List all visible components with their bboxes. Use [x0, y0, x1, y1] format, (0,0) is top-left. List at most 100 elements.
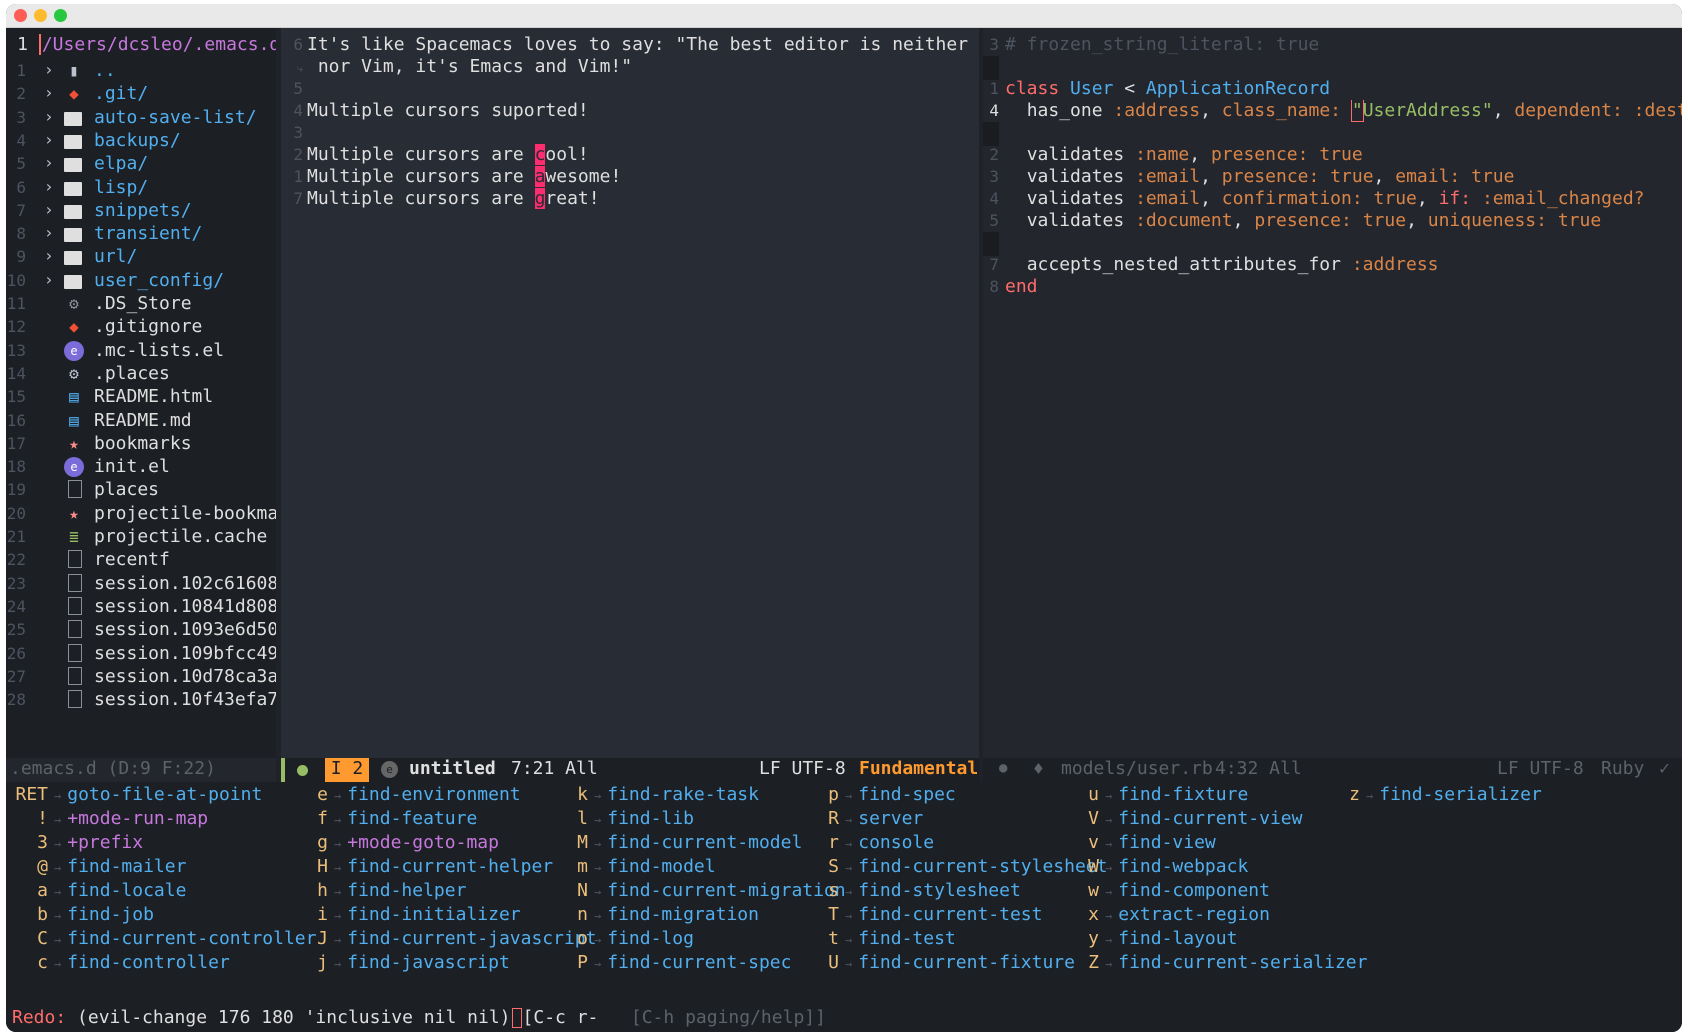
tree-item[interactable]: 10 › user_config/	[6, 270, 276, 294]
tree-item[interactable]: 2 › ◆ .git/	[6, 83, 276, 107]
tree-item[interactable]: 4 › backups/	[6, 130, 276, 154]
line-number: 26	[6, 643, 26, 663]
which-key-entry[interactable]: ! → +mode-run-map	[10, 808, 316, 832]
minibuffer[interactable]: Redo: (evil-change 176 180 'inclusive ni…	[6, 1006, 1682, 1032]
tree-root-row[interactable]: 1 /Users/dcsleo/.emacs.d/	[6, 34, 276, 58]
tree-item[interactable]: 25 session.1093e6d50	[6, 619, 276, 643]
tree-item[interactable]: 27 session.10d78ca3a	[6, 666, 276, 690]
tree-item[interactable]: 18 e init.el	[6, 456, 276, 480]
which-key-entry[interactable]: @ → find-mailer	[10, 856, 316, 880]
keyword: if:	[1438, 188, 1472, 209]
buffer-name[interactable]: untitled	[409, 758, 496, 779]
tree-item[interactable]: 7 › snippets/	[6, 200, 276, 224]
line-number: 22	[6, 550, 26, 570]
tree-item[interactable]: 11 ⚙ .DS_Store	[6, 293, 276, 317]
tree-item-label: backups/	[94, 129, 181, 151]
which-key-entry[interactable]: x → extract-region	[1061, 904, 1367, 928]
which-key-entry[interactable]: 3 → +prefix	[10, 832, 316, 856]
tree-item[interactable]: 17 ★ bookmarks	[6, 433, 276, 457]
tree-item[interactable]: 26 session.109bfcc49	[6, 643, 276, 667]
tree-item[interactable]: 22 recentf	[6, 549, 276, 573]
tree-item[interactable]: 6 › lisp/	[6, 177, 276, 201]
chevron-right-icon[interactable]: ›	[44, 246, 54, 265]
close-button[interactable]	[14, 9, 27, 22]
chevron-right-icon[interactable]: ›	[44, 60, 54, 79]
chevron-right-icon[interactable]: ›	[44, 83, 54, 102]
tree-item[interactable]: 16 ▤ README.md	[6, 410, 276, 434]
arrow-right-icon: →	[845, 789, 853, 803]
book-open-icon: ▤	[69, 387, 79, 407]
which-key-entry[interactable]: w → find-component	[1061, 880, 1367, 904]
tree-item[interactable]: 15 ▤ README.html	[6, 386, 276, 410]
arrow-right-icon: →	[54, 909, 62, 923]
tree-item[interactable]: 19 places	[6, 479, 276, 503]
which-key-entry[interactable]: V → find-current-view	[1061, 808, 1367, 832]
which-key-entry[interactable]: a → find-locale	[10, 880, 316, 904]
minibuffer-label: Redo:	[12, 1007, 67, 1028]
keybinding-key: x	[1088, 904, 1099, 925]
file-icon	[68, 550, 82, 569]
encoding[interactable]: LF UTF-8	[759, 758, 846, 779]
keybinding-command: find-model	[607, 856, 716, 877]
chevron-right-icon[interactable]: ›	[44, 270, 54, 289]
tree-item[interactable]: 24 session.10841d808	[6, 596, 276, 620]
tree-item[interactable]: 21 ≣ projectile.cache	[6, 526, 276, 550]
tree-item[interactable]: 5 › elpa/	[6, 153, 276, 177]
line-number: 8	[16, 224, 26, 244]
keybinding-key: p	[828, 784, 839, 805]
which-key-entry[interactable]: Z → find-current-serializer	[1061, 952, 1367, 976]
symbol: :email	[1135, 166, 1201, 187]
which-key-entry[interactable]: C → find-current-controller	[10, 928, 316, 952]
editor-mode-line: I 2 e untitled 7:21 All LF UTF-8 Fundame…	[281, 758, 979, 782]
keybinding-command: find-test	[858, 928, 956, 949]
which-key-entry[interactable]: W → find-webpack	[1061, 856, 1367, 880]
keybinding-key: z	[1349, 784, 1360, 805]
line-number: 4	[293, 101, 303, 120]
which-key-entry[interactable]: z → find-serializer	[1322, 784, 1542, 808]
tree-item[interactable]: 28 session.10f43efa7	[6, 689, 276, 713]
tree-item-label: README.md	[94, 409, 192, 431]
tree-item[interactable]: 14 ⚙ .places	[6, 363, 276, 387]
chevron-right-icon[interactable]: ›	[44, 130, 54, 149]
tree-item[interactable]: 23 session.102c61608	[6, 573, 276, 597]
tree-item[interactable]: 13 e .mc-lists.el	[6, 340, 276, 364]
line-number: 10	[6, 270, 26, 290]
zoom-button[interactable]	[54, 9, 67, 22]
keybinding-command: find-feature	[347, 808, 478, 829]
chevron-right-icon[interactable]: ›	[44, 200, 54, 219]
tree-item[interactable]: 1 › ▮..	[6, 60, 276, 84]
tree-item[interactable]: 20 ★ projectile-bookmar	[6, 503, 276, 527]
tree-item[interactable]: 3 › auto-save-list/	[6, 107, 276, 131]
which-key-entry[interactable]: y → find-layout	[1061, 928, 1367, 952]
tree-item-label: init.el	[94, 456, 170, 478]
tree-item-label: projectile.cache	[94, 526, 268, 547]
symbol: :address	[1113, 100, 1201, 121]
encoding[interactable]: LF UTF-8	[1497, 758, 1584, 779]
minimize-button[interactable]	[34, 9, 47, 22]
chevron-right-icon[interactable]: ›	[44, 107, 54, 126]
keybinding-key: M	[577, 832, 588, 853]
chevron-right-icon[interactable]: ›	[44, 153, 54, 172]
buffer-name[interactable]: models/user.rb	[1061, 758, 1213, 779]
editor-pane-untitled[interactable]: 6 It's like Spacemacs loves to say: "The …	[281, 28, 979, 758]
major-mode[interactable]: Ruby	[1601, 758, 1644, 779]
arrow-right-icon: →	[1366, 789, 1374, 803]
key: presence:	[1210, 144, 1309, 165]
tree-item[interactable]: 12 ◆ .gitignore	[6, 316, 276, 340]
which-key-entry[interactable]: b → find-job	[10, 904, 316, 928]
keybinding-command: find-controller	[67, 952, 230, 973]
editor-pane-user-rb[interactable]: 3 # frozen_string_literal: true 1 class Us…	[983, 28, 1682, 758]
chevron-right-icon[interactable]: ›	[44, 177, 54, 196]
keybinding-command: find-helper	[347, 880, 467, 901]
chevron-right-icon[interactable]: ›	[44, 223, 54, 242]
line-text: Multiple cursors are	[307, 144, 535, 165]
which-key-entry[interactable]: RET → goto-file-at-point	[10, 784, 316, 808]
which-key-entry[interactable]: c → find-controller	[10, 952, 316, 976]
which-key-entry[interactable]: v → find-view	[1061, 832, 1367, 856]
major-mode[interactable]: Fundamental	[859, 758, 978, 779]
tree-item[interactable]: 8 › transient/	[6, 223, 276, 247]
arrow-right-icon: →	[54, 789, 62, 803]
tree-root-path[interactable]: /Users/dcsleo/.emacs.d/	[38, 34, 276, 55]
line-number: 15	[6, 387, 26, 407]
tree-item[interactable]: 9 › url/	[6, 246, 276, 270]
